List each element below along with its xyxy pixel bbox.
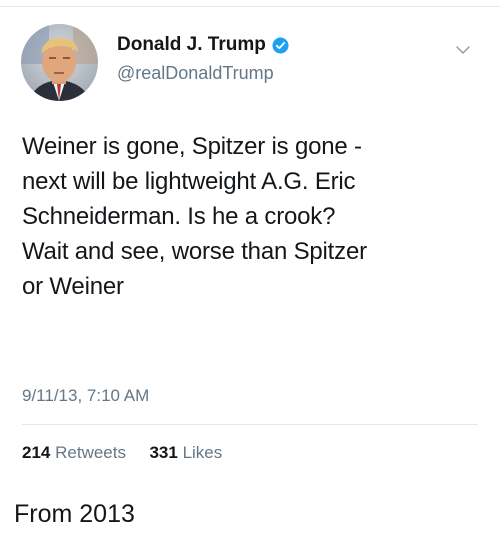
likes-count[interactable]: 331 <box>149 443 177 462</box>
tweet-text-line: Wait and see, worse than Spitzer <box>22 238 367 265</box>
tweet-card: Donald J. Trump @realDonaldTrump Weiner … <box>0 0 500 480</box>
image-caption: From 2013 <box>14 500 135 528</box>
avatar-portrait-image <box>21 24 98 101</box>
verified-badge-icon <box>272 37 289 54</box>
tweet-text: Weiner is gone, Spitzer is gone - next w… <box>22 129 482 304</box>
tweet-text-line: Weiner is gone, Spitzer is gone - <box>22 133 362 160</box>
tweet-text-line: next will be lightweight A.G. Eric <box>22 168 356 195</box>
avatar[interactable] <box>21 24 98 101</box>
stats-divider <box>22 424 478 425</box>
tweet-timestamp[interactable]: 9/11/13, 7:10 AM <box>22 386 149 406</box>
likes-label[interactable]: Likes <box>183 443 223 462</box>
chevron-down-icon[interactable] <box>456 42 470 54</box>
tweet-text-line: Schneiderman. Is he a crook? <box>22 203 336 230</box>
author-display-name[interactable]: Donald J. Trump <box>117 34 266 56</box>
tweet-text-line: or Weiner <box>22 273 124 300</box>
retweets-label[interactable]: Retweets <box>55 443 126 462</box>
tweet-stats: 214 Retweets 331 Likes <box>22 443 222 463</box>
retweets-count[interactable]: 214 <box>22 443 50 462</box>
author-handle[interactable]: @realDonaldTrump <box>117 63 274 84</box>
author-name-row: Donald J. Trump <box>117 34 289 56</box>
